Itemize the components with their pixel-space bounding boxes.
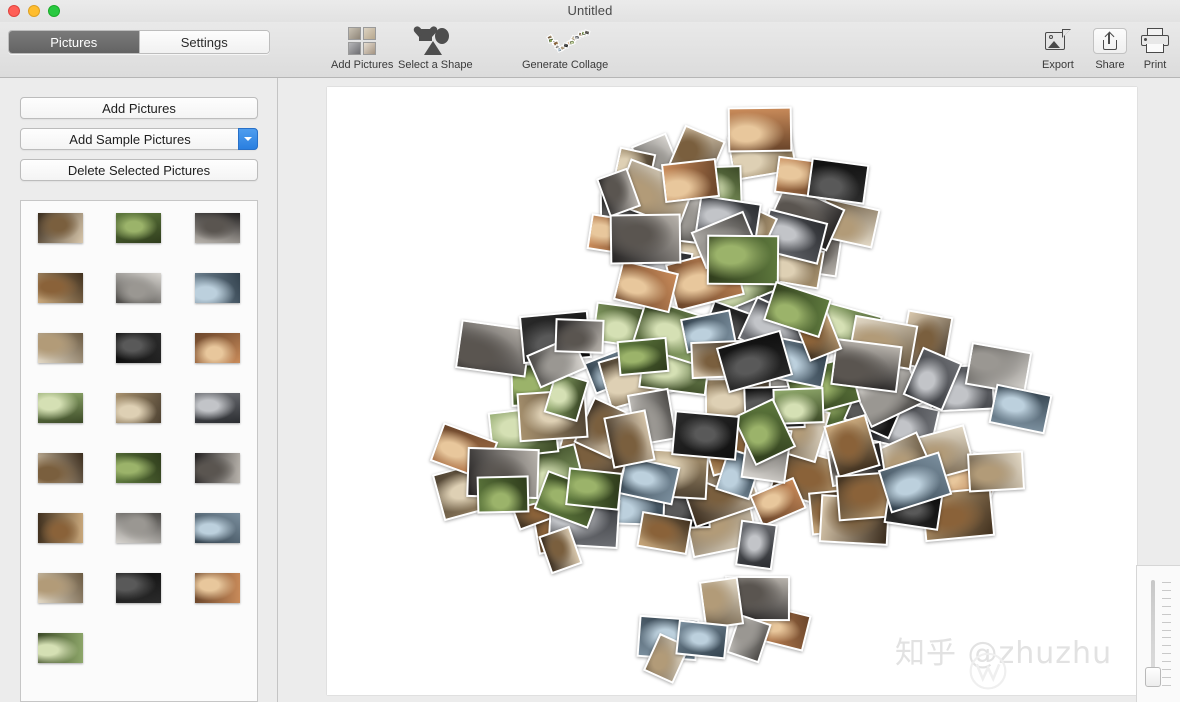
thumbnail-item[interactable] xyxy=(38,573,83,603)
photo-grid-icon xyxy=(348,26,376,56)
toolbar-generate-collage[interactable]: Generate Collage xyxy=(522,26,608,71)
add-pictures-button[interactable]: Add Pictures xyxy=(20,97,258,119)
toolbar-add-pictures-label: Add Pictures xyxy=(331,59,393,71)
slider-tick xyxy=(1162,606,1171,607)
thumbnail-item[interactable] xyxy=(38,213,83,243)
thumbnail-item[interactable] xyxy=(195,453,240,483)
tab-settings[interactable]: Settings xyxy=(139,31,270,53)
collage-canvas[interactable] xyxy=(327,87,1137,695)
thumbnail-item[interactable] xyxy=(116,453,161,483)
toolbar-select-a-shape[interactable]: Select a Shape xyxy=(398,26,473,71)
thumbnail-item[interactable] xyxy=(116,333,161,363)
window-title: Untitled xyxy=(0,3,1180,18)
collage-photo[interactable] xyxy=(565,468,623,511)
toolbar-select-a-shape-label: Select a Shape xyxy=(398,59,473,71)
add-sample-pictures-popup[interactable]: Add Sample Pictures xyxy=(20,128,258,150)
toolbar: Pictures Settings Add Pictures xyxy=(0,22,1180,78)
slider-tick xyxy=(1162,661,1171,662)
slider-tick xyxy=(1162,614,1171,615)
toolbar-share[interactable]: Share xyxy=(1093,26,1127,71)
tab-pictures[interactable]: Pictures xyxy=(9,31,139,53)
collage-photo[interactable] xyxy=(477,475,530,513)
slider-tick xyxy=(1162,590,1171,591)
thumbnail-item[interactable] xyxy=(38,393,83,423)
thumbnail-item[interactable] xyxy=(116,213,161,243)
toolbar-export[interactable]: Export xyxy=(1042,26,1074,71)
thumbnail-item[interactable] xyxy=(38,333,83,363)
thumbnail-item[interactable] xyxy=(195,513,240,543)
toolbar-print[interactable]: Print xyxy=(1140,26,1170,71)
slider-tick xyxy=(1162,653,1171,654)
collage-photo[interactable] xyxy=(735,519,778,569)
slider-tick xyxy=(1162,582,1171,583)
toolbar-add-pictures[interactable]: Add Pictures xyxy=(331,26,393,71)
thumbnail-item[interactable] xyxy=(38,513,83,543)
collage-photo[interactable] xyxy=(636,511,692,555)
collage-photo[interactable] xyxy=(555,319,605,355)
collage-photo[interactable] xyxy=(610,214,682,265)
thumbnail-item[interactable] xyxy=(116,273,161,303)
thumbnail-item[interactable] xyxy=(116,393,161,423)
scale-slider-ticks xyxy=(1162,582,1171,686)
share-upload-icon[interactable] xyxy=(1093,28,1127,54)
collage-photo[interactable] xyxy=(728,107,793,153)
thumbnail-item[interactable] xyxy=(195,213,240,243)
toolbar-print-label: Print xyxy=(1144,59,1167,71)
thumbnail-item[interactable] xyxy=(38,453,83,483)
printer-icon xyxy=(1140,26,1170,56)
collage-photo[interactable] xyxy=(807,158,870,206)
thumbnail-item[interactable] xyxy=(116,513,161,543)
scale-slider-panel[interactable] xyxy=(1136,565,1180,702)
toolbar-generate-collage-label: Generate Collage xyxy=(522,59,608,71)
delete-selected-pictures-button[interactable]: Delete Selected Pictures xyxy=(20,159,258,181)
collage-app-window: Untitled Pictures Settings Add Pictures xyxy=(0,0,1180,702)
slider-tick xyxy=(1162,685,1171,686)
collage-photo[interactable] xyxy=(675,619,728,659)
add-sample-pictures-label: Add Sample Pictures xyxy=(69,132,190,147)
title-bar: Untitled xyxy=(0,0,1180,22)
thumbnail-item[interactable] xyxy=(38,633,83,663)
chevron-down-icon[interactable] xyxy=(238,128,258,150)
collage-checkmark-icon xyxy=(543,26,587,56)
shapes-icon xyxy=(418,26,452,56)
thumbnail-item[interactable] xyxy=(195,333,240,363)
collage-photo[interactable] xyxy=(988,383,1052,434)
slider-tick xyxy=(1162,677,1171,678)
collage-photo[interactable] xyxy=(967,450,1025,492)
slider-tick xyxy=(1162,637,1171,638)
collage-photo[interactable] xyxy=(699,576,744,629)
thumbnail-item[interactable] xyxy=(38,273,83,303)
collage-photo[interactable] xyxy=(661,158,720,203)
slider-tick xyxy=(1162,622,1171,623)
thumbnail-item[interactable] xyxy=(195,393,240,423)
collage-photo[interactable] xyxy=(707,235,779,286)
toolbar-share-label: Share xyxy=(1095,59,1124,71)
thumbnail-panel[interactable] xyxy=(20,200,258,702)
slider-tick xyxy=(1162,645,1171,646)
collage-photo[interactable] xyxy=(671,411,740,462)
export-image-icon xyxy=(1044,26,1072,56)
collage-photo[interactable] xyxy=(616,337,669,376)
slider-tick xyxy=(1162,669,1171,670)
pictures-sidebar: Add Pictures Add Sample Pictures Delete … xyxy=(0,78,278,702)
toolbar-export-label: Export xyxy=(1042,59,1074,71)
canvas-area xyxy=(279,78,1180,702)
slider-tick xyxy=(1162,598,1171,599)
thumbnail-item[interactable] xyxy=(116,573,161,603)
view-mode-segmented-control[interactable]: Pictures Settings xyxy=(8,30,270,54)
thumbnail-item[interactable] xyxy=(195,573,240,603)
scale-slider-knob[interactable] xyxy=(1145,667,1161,687)
slider-tick xyxy=(1162,630,1171,631)
thumbnail-item[interactable] xyxy=(195,273,240,303)
collage-photo-layer[interactable] xyxy=(327,87,1137,695)
